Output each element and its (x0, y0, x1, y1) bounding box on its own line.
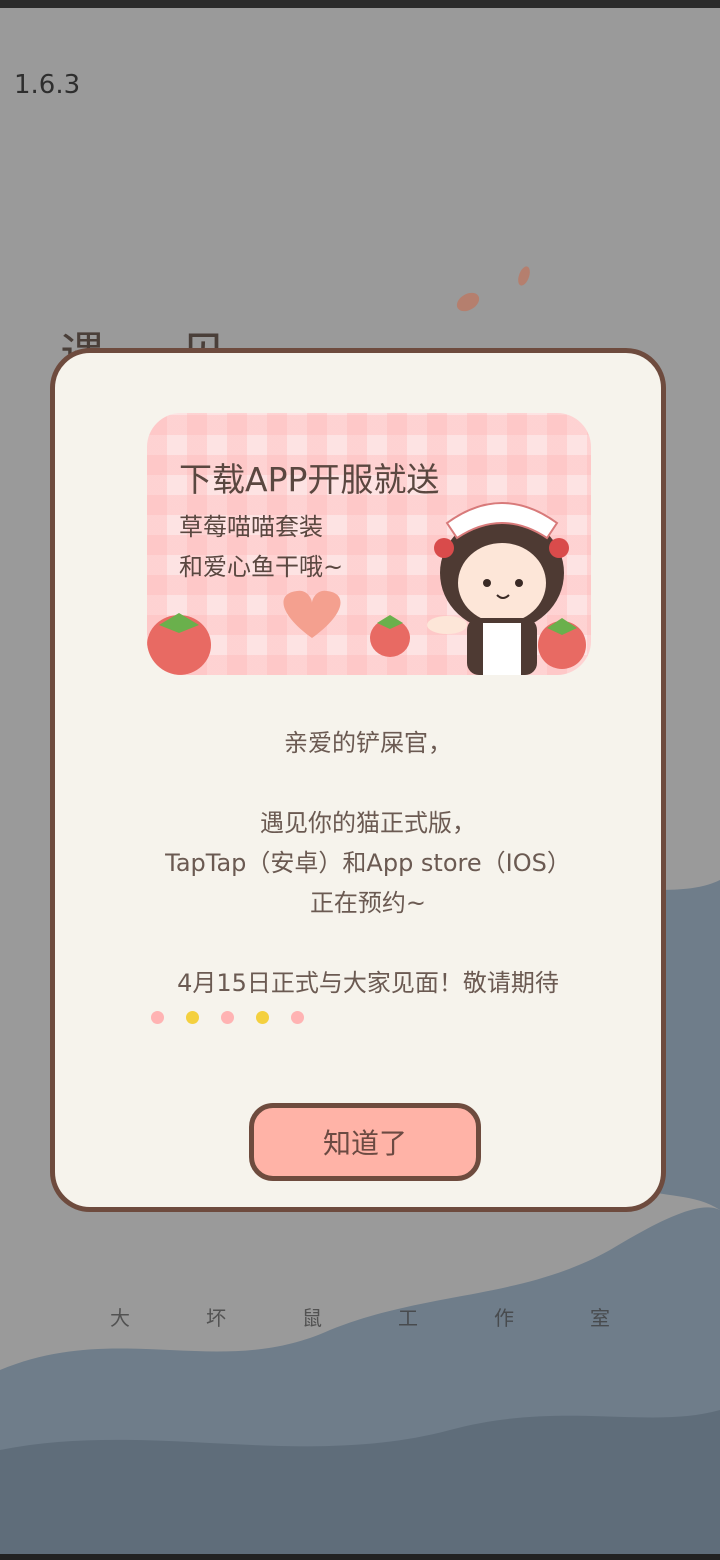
announcement-message: 亲爱的铲屎官， 遇见你的猫正式版， TapTap（安卓）和App store（I… (155, 723, 581, 1003)
ok-button[interactable]: 知道了 (249, 1103, 481, 1181)
studio-char: 坏 (206, 1306, 226, 1330)
message-line-2: TapTap（安卓）和App store（IOS） (165, 849, 571, 877)
message-greeting: 亲爱的铲屎官， (284, 729, 452, 757)
banner-subtitle-1: 草莓喵喵套装 (179, 513, 323, 541)
studio-credit: 大坏鼠工作室 (0, 1302, 720, 1331)
decorative-dot (151, 1011, 164, 1024)
strawberry-icon (370, 615, 410, 657)
message-line-1: 遇见你的猫正式版， (260, 809, 476, 837)
decorative-dot (186, 1011, 199, 1024)
version-label: 1.6.3 (14, 70, 81, 100)
promo-banner: 下载APP开服就送 草莓喵喵套装 和爱心鱼干哦~ (147, 413, 591, 675)
banner-title: 下载APP开服就送 (179, 460, 440, 499)
decorative-dot (221, 1011, 234, 1024)
navigation-bar (0, 1554, 720, 1560)
studio-char: 工 (398, 1306, 418, 1330)
studio-char: 鼠 (302, 1306, 322, 1330)
heart-icon (283, 590, 341, 638)
studio-char: 大 (110, 1306, 130, 1330)
decorative-dot (256, 1011, 269, 1024)
announcement-dialog: 下载APP开服就送 草莓喵喵套装 和爱心鱼干哦~ 亲爱的铲屎官， 遇见你的猫正式… (50, 348, 666, 1212)
strawberry-icon (147, 613, 211, 675)
decorative-dot (291, 1011, 304, 1024)
message-line-4: 4月15日正式与大家见面！敬请期待 (177, 969, 559, 997)
strawberry-icon (538, 618, 586, 669)
banner-subtitle-2: 和爱心鱼干哦~ (179, 553, 344, 581)
message-line-3: 正在预约~ (309, 889, 427, 917)
studio-char: 室 (590, 1306, 610, 1330)
decorative-dots (151, 1011, 304, 1024)
studio-char: 作 (494, 1306, 514, 1330)
